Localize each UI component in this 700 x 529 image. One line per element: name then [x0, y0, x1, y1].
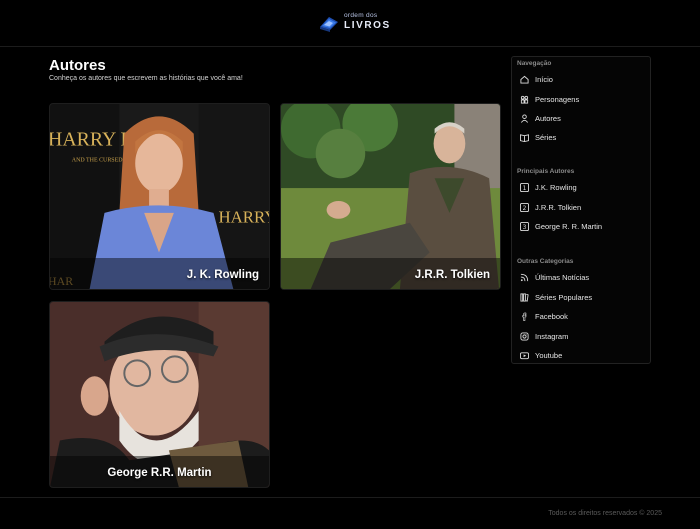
- sidebar-section-title: Principais Autores: [517, 168, 575, 175]
- number-1-icon: 1: [520, 182, 529, 192]
- sidebar-item-inicio[interactable]: Início: [520, 72, 646, 86]
- sidebar-item-rowling[interactable]: 1 J.K. Rowling: [520, 180, 646, 194]
- home-icon: [520, 75, 529, 84]
- facebook-icon: [520, 312, 529, 321]
- number-2-icon: 2: [520, 202, 529, 212]
- sidebar-item-facebook[interactable]: Facebook: [520, 309, 646, 323]
- book-logo-icon: [320, 17, 338, 32]
- sidebar-item-label: Autores: [535, 113, 561, 123]
- sidebar-item-series-populares[interactable]: Séries Populares: [520, 290, 646, 304]
- sidebar-item-label: J.K. Rowling: [535, 182, 577, 192]
- site-footer: Todos os direitos reservados © 2025: [0, 497, 700, 529]
- sidebar-item-label: Facebook: [535, 311, 568, 321]
- sidebar-item-personagens[interactable]: Personagens: [520, 92, 646, 106]
- sidebar-item-youtube[interactable]: Youtube: [520, 348, 646, 362]
- logo-title: LIVROS: [344, 19, 391, 31]
- logo-subtitle: ordem dos: [344, 12, 378, 20]
- sidebar-section-title: Outras Categorias: [517, 258, 574, 265]
- author-name: J.R.R. Tolkien: [414, 269, 490, 281]
- svg-text:1: 1: [523, 185, 527, 191]
- author-name: George R.R. Martin: [107, 467, 212, 479]
- sidebar-item-label: Instagram: [535, 331, 569, 341]
- site-header: ordem dos LIVROS: [0, 0, 700, 47]
- sidebar-item-tolkien[interactable]: 2 J.R.R. Tolkien: [520, 200, 646, 214]
- svg-text:2: 2: [523, 205, 527, 211]
- sidebar-item-label: Últimas Notícias: [535, 272, 590, 282]
- sidebar-item-autores[interactable]: Autores: [520, 111, 646, 125]
- site-logo[interactable]: ordem dos LIVROS: [318, 11, 391, 33]
- sidebar-item-label: Séries Populares: [535, 292, 593, 302]
- sidebar: Navegação Início Personagens Autores Sér…: [511, 56, 651, 364]
- svg-text:3: 3: [523, 224, 527, 230]
- sidebar-item-label: Séries: [535, 132, 557, 142]
- copyright-text: Todos os direitos reservados © 2025: [548, 510, 662, 517]
- page-title: Autores: [49, 57, 106, 74]
- author-card-rowling[interactable]: HARRY PO AND THE CURSED C HARRY HAR J. K…: [49, 103, 270, 290]
- author-name: J. K. Rowling: [186, 269, 259, 281]
- instagram-icon: [520, 331, 529, 341]
- book-open-icon: [520, 133, 529, 142]
- sidebar-item-label: J.R.R. Tolkien: [535, 202, 582, 212]
- page-subtitle: Conheça os autores que escrevem as histó…: [49, 75, 243, 82]
- author-card-tolkien[interactable]: J.R.R. Tolkien: [280, 103, 501, 290]
- people-icon: [520, 95, 529, 104]
- sidebar-item-label: Início: [535, 74, 553, 84]
- sidebar-item-label: Youtube: [535, 350, 563, 360]
- sidebar-item-series[interactable]: Séries: [520, 130, 646, 144]
- sidebar-item-label: George R. R. Martin: [535, 221, 603, 231]
- sidebar-item-label: Personagens: [535, 94, 580, 104]
- rss-icon: [520, 273, 529, 282]
- sidebar-section-title: Navegação: [517, 60, 552, 67]
- sidebar-item-noticias[interactable]: Últimas Notícias: [520, 270, 646, 284]
- youtube-icon: [520, 351, 529, 360]
- svg-text:HARRY: HARRY: [218, 208, 269, 227]
- user-icon: [520, 113, 529, 123]
- author-card-martin[interactable]: George R.R. Martin: [49, 301, 270, 488]
- sidebar-item-instagram[interactable]: Instagram: [520, 329, 646, 343]
- sidebar-item-martin[interactable]: 3 George R. R. Martin: [520, 219, 646, 233]
- library-icon: [520, 292, 529, 302]
- number-3-icon: 3: [520, 221, 529, 231]
- svg-text:AND THE CURSED C: AND THE CURSED C: [72, 157, 128, 163]
